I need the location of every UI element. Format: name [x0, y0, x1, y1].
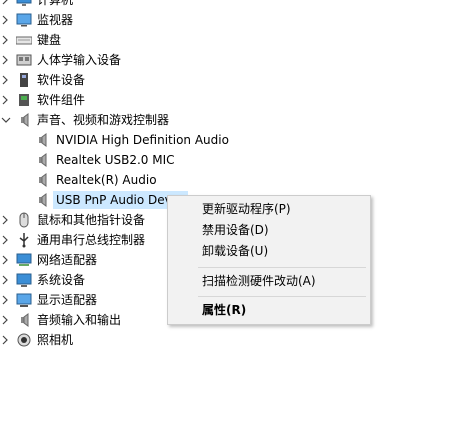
mouse-icon: [16, 212, 32, 228]
computer-icon: [16, 0, 32, 8]
system-device-icon: [16, 272, 32, 288]
tree-item-label: 鼠标和其他指针设备: [37, 213, 146, 227]
speaker-icon: [34, 152, 50, 168]
chevron-right-icon[interactable]: [1, 270, 11, 290]
chevron-right-icon[interactable]: [1, 250, 11, 270]
camera-icon: [16, 332, 32, 348]
tree-item-nvidia-hd-audio[interactable]: NVIDIA High Definition Audio: [0, 130, 470, 150]
menu-item-scan-hardware[interactable]: 扫描检测硬件改动(A): [168, 271, 370, 291]
speaker-icon: [34, 172, 50, 188]
tree-item-realtek-audio[interactable]: Realtek(R) Audio: [0, 170, 470, 190]
network-icon: [16, 252, 32, 268]
tree-item-label: 照相机: [37, 333, 74, 347]
menu-item-properties[interactable]: 属性(R): [168, 300, 370, 320]
tree-item-monitors[interactable]: 监视器: [0, 10, 470, 30]
menu-item-label: 卸载设备(U): [202, 244, 269, 258]
menu-item-update-driver[interactable]: 更新驱动程序(P): [168, 199, 370, 219]
tree-item-label: 软件设备: [37, 73, 86, 87]
tree-item-label: 音频输入和输出: [37, 313, 122, 327]
chevron-right-icon[interactable]: [1, 10, 11, 30]
tree-item-software-devices[interactable]: 软件设备: [0, 70, 470, 90]
tree-item-software-components[interactable]: 软件组件: [0, 90, 470, 110]
menu-item-uninstall-device[interactable]: 卸载设备(U): [168, 241, 370, 261]
tree-item-label: 监视器: [37, 13, 74, 27]
speaker-icon: [34, 132, 50, 148]
chevron-right-icon[interactable]: [1, 50, 11, 70]
monitor-icon: [16, 12, 32, 28]
tree-item-keyboards[interactable]: 键盘: [0, 30, 470, 50]
chevron-right-icon[interactable]: [1, 0, 11, 10]
tree-item-label: Realtek(R) Audio: [56, 173, 157, 187]
menu-item-label: 更新驱动程序(P): [202, 202, 291, 216]
chevron-right-icon[interactable]: [1, 210, 11, 230]
tree-item-cameras[interactable]: 照相机: [0, 330, 470, 350]
software-device-icon: [16, 72, 32, 88]
chevron-right-icon[interactable]: [1, 30, 11, 50]
menu-item-label: 扫描检测硬件改动(A): [202, 274, 316, 288]
menu-item-disable-device[interactable]: 禁用设备(D): [168, 220, 370, 240]
menu-separator: [198, 296, 366, 297]
tree-item-hid[interactable]: 人体学输入设备: [0, 50, 470, 70]
tree-item-label: NVIDIA High Definition Audio: [56, 133, 229, 147]
menu-separator: [198, 267, 366, 268]
software-component-icon: [16, 92, 32, 108]
chevron-right-icon[interactable]: [1, 230, 11, 250]
chevron-right-icon[interactable]: [1, 90, 11, 110]
speaker-icon: [34, 192, 50, 208]
chevron-right-icon[interactable]: [1, 310, 11, 330]
tree-item-label: 显示适配器: [37, 293, 98, 307]
tree-item-label: 键盘: [37, 33, 62, 47]
tree-item-label: 声音、视频和游戏控制器: [37, 113, 170, 127]
tree-item-label: 人体学输入设备: [37, 53, 122, 67]
menu-item-label: 禁用设备(D): [202, 223, 269, 237]
context-menu: 更新驱动程序(P) 禁用设备(D) 卸载设备(U) 扫描检测硬件改动(A) 属性…: [167, 195, 371, 325]
tree-item-realtek-usb-mic[interactable]: Realtek USB2.0 MIC: [0, 150, 470, 170]
usb-icon: [16, 232, 32, 248]
display-adapter-icon: [16, 292, 32, 308]
tree-item-label: Realtek USB2.0 MIC: [56, 153, 175, 167]
chevron-right-icon[interactable]: [1, 330, 11, 350]
keyboard-icon: [15, 32, 33, 48]
speaker-icon: [16, 112, 32, 128]
tree-item-label: 网络适配器: [37, 253, 98, 267]
tree-item-label: 系统设备: [37, 273, 86, 287]
audio-io-icon: [16, 312, 32, 328]
tree-item-sound-video-game[interactable]: 声音、视频和游戏控制器: [0, 110, 470, 130]
chevron-down-icon[interactable]: [1, 110, 11, 130]
chevron-right-icon[interactable]: [1, 70, 11, 90]
tree-item-label: USB PnP Audio Dev: [56, 193, 172, 207]
menu-item-label: 属性(R): [202, 303, 247, 317]
tree-item-label: 软件组件: [37, 93, 86, 107]
tree-item-label: 通用串行总线控制器: [37, 233, 146, 247]
hid-icon: [16, 52, 32, 68]
tree-item-label: 计算机: [37, 0, 74, 7]
chevron-right-icon[interactable]: [1, 290, 11, 310]
tree-item-computer[interactable]: 计算机: [0, 0, 470, 10]
